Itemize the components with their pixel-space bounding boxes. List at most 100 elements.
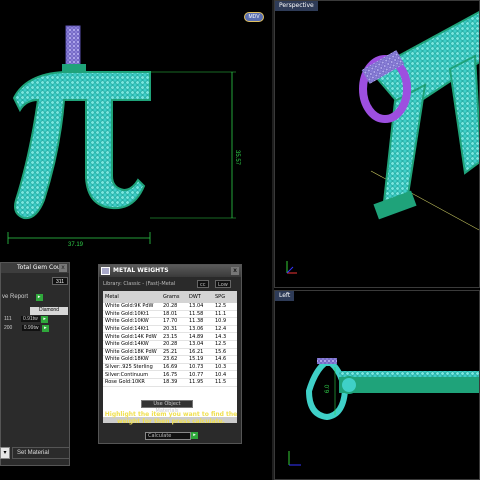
metal-cell: 10.77 bbox=[189, 371, 204, 378]
perspective-viewport[interactable]: Perspective bbox=[274, 0, 480, 288]
metal-cell: 17.70 bbox=[163, 318, 178, 325]
metal-cell: White Gold:18K PdW bbox=[105, 348, 157, 355]
metal-cell: 23.15 bbox=[163, 333, 178, 340]
bail-base bbox=[62, 64, 86, 72]
dropdown-toggle[interactable]: ▾ bbox=[0, 447, 10, 459]
metal-cell: 18.01 bbox=[163, 310, 178, 317]
metal-weights-panel: METAL WEIGHTS x Library: Classic - (Fast… bbox=[98, 264, 242, 444]
metal-cell: 14.89 bbox=[189, 333, 204, 340]
metal-table-header: Metal Grams DWT SPG bbox=[103, 291, 237, 303]
pi-gems-side bbox=[339, 371, 479, 377]
metal-table-row[interactable]: White Gold:14Kt1 20.31 13.06 12.4 bbox=[103, 326, 237, 334]
metal-panel-header: METAL WEIGHTS x bbox=[99, 265, 241, 277]
metal-cell: 10.73 bbox=[189, 364, 204, 371]
pi-leg-right-3d bbox=[448, 54, 479, 175]
metal-weights-icon bbox=[101, 267, 110, 275]
metal-cell: 23.62 bbox=[163, 356, 178, 363]
gem-row: 111 0.91tw ▸ bbox=[4, 316, 49, 323]
axis-gizmo-perspective bbox=[286, 261, 297, 274]
metal-cell: White Gold:14Kt1 bbox=[105, 326, 150, 333]
top-viewport[interactable]: 37.19 35.57 MDV bbox=[0, 0, 272, 262]
metal-cell: 16.69 bbox=[163, 364, 178, 371]
metal-table-row[interactable]: White Gold:10Kt1 18.01 11.58 11.1 bbox=[103, 311, 237, 319]
bail-shape bbox=[65, 25, 81, 67]
metal-cell: 14.3 bbox=[215, 333, 227, 340]
left-dim-label: 6.0 bbox=[325, 384, 331, 393]
metal-table-row[interactable]: White Gold:18KW 23.62 15.19 14.6 bbox=[103, 356, 237, 364]
use-object-materials-button[interactable]: Use Object Materials bbox=[141, 400, 193, 414]
row-arrow-icon[interactable]: ▸ bbox=[41, 316, 49, 323]
logo-badge: MDV bbox=[244, 12, 264, 22]
metal-cell: 20.28 bbox=[163, 303, 178, 310]
col-metal: Metal bbox=[105, 294, 119, 300]
metal-table-row[interactable]: Rose Gold:10KR 18.39 11.95 11.5 bbox=[103, 379, 237, 387]
gem-weight: 0.99tw bbox=[21, 325, 41, 331]
report-arrow-icon[interactable]: ▸ bbox=[35, 294, 43, 301]
metal-table-row[interactable]: White Gold:10KW 17.70 11.38 10.9 bbox=[103, 318, 237, 326]
total-gem-count: 311 bbox=[52, 277, 68, 285]
quality-select[interactable]: Low bbox=[215, 280, 231, 288]
metal-cell: Silver:.925 Sterling bbox=[105, 364, 153, 371]
report-label: ve Report bbox=[2, 294, 29, 300]
gem-panel-header: Total Gem Count x bbox=[1, 263, 69, 273]
gem-weight: 0.91tw bbox=[21, 316, 40, 322]
perspective-tab[interactable]: Perspective bbox=[275, 1, 318, 11]
calculate-hint: Highlight the item you want to find the … bbox=[104, 411, 238, 425]
calculate-select[interactable]: Calculate bbox=[145, 432, 191, 440]
metal-cell: 11.5 bbox=[215, 379, 227, 386]
report-row[interactable]: ve Report ▸ bbox=[2, 294, 43, 301]
metal-table-row[interactable]: White Gold:14K PdW 23.15 14.89 14.3 bbox=[103, 333, 237, 341]
metal-cell: 11.38 bbox=[189, 318, 204, 325]
pi-shape bbox=[12, 71, 151, 220]
metal-cell: 16.75 bbox=[163, 371, 178, 378]
close-icon[interactable]: x bbox=[231, 267, 239, 275]
metal-table-row[interactable]: Silver:Continuum 16.75 10.77 10.4 bbox=[103, 371, 237, 379]
close-icon[interactable]: x bbox=[59, 264, 67, 272]
gem-qty: 200 bbox=[4, 325, 13, 331]
metal-cell: 10.4 bbox=[215, 371, 227, 378]
metal-cell: White Gold:18KW bbox=[105, 356, 149, 363]
metal-cell: 11.95 bbox=[189, 379, 204, 386]
set-material-label: Set Material bbox=[17, 450, 50, 456]
col-dwt: DWT bbox=[189, 294, 201, 300]
gem-count-panel: Total Gem Count x bbox=[0, 262, 70, 466]
width-dim-label: 37.19 bbox=[68, 242, 84, 248]
metal-table-row[interactable]: White Gold:18K PdW 25.21 16.21 15.6 bbox=[103, 349, 237, 357]
pi-body-side bbox=[339, 377, 479, 393]
library-label: Library: Classic - (Fast)-Metal bbox=[103, 281, 176, 287]
density-select[interactable]: cc bbox=[197, 280, 209, 288]
metal-cell: 11.58 bbox=[189, 310, 204, 317]
metal-table-row[interactable]: White Gold:14KW 20.28 13.04 12.5 bbox=[103, 341, 237, 349]
metal-cell: 13.06 bbox=[189, 326, 204, 333]
metal-cell: White Gold:9K PdW bbox=[105, 303, 154, 310]
metal-table-row[interactable]: White Gold:9K PdW 20.28 13.04 12.5 bbox=[103, 303, 237, 311]
metal-cell: 25.21 bbox=[163, 348, 178, 355]
row-arrow-icon[interactable]: ▸ bbox=[41, 325, 49, 332]
left-viewport[interactable]: Left 6.0 bbox=[274, 290, 480, 480]
metal-panel-title: METAL WEIGHTS bbox=[113, 267, 169, 274]
metal-cell: White Gold:14K PdW bbox=[105, 333, 157, 340]
metal-cell: 13.04 bbox=[189, 341, 204, 348]
metal-cell: 12.4 bbox=[215, 326, 227, 333]
metal-table-row[interactable]: Silver:.925 Sterling 16.69 10.73 10.3 bbox=[103, 364, 237, 372]
left-tab[interactable]: Left bbox=[275, 291, 295, 301]
diamond-col-header: Diamond bbox=[30, 307, 68, 315]
calculate-arrow-icon[interactable]: ▸ bbox=[191, 432, 198, 439]
pi-perspective-view bbox=[286, 10, 479, 274]
metal-table-body: White Gold:9K PdW 20.28 13.04 12.5 White Gol… bbox=[103, 303, 237, 387]
jump-ring-side bbox=[340, 376, 358, 394]
metal-cell: 12.5 bbox=[215, 303, 227, 310]
metal-cell: White Gold:10Kt1 bbox=[105, 310, 150, 317]
set-material-button[interactable]: Set Material bbox=[12, 447, 70, 459]
metal-cell: 10.3 bbox=[215, 364, 227, 371]
metal-cell: 12.5 bbox=[215, 341, 227, 348]
metal-cell: Rose Gold:10KR bbox=[105, 379, 145, 386]
metal-cell: 16.21 bbox=[189, 348, 204, 355]
metal-cell: 15.19 bbox=[189, 356, 204, 363]
metal-cell: 20.28 bbox=[163, 341, 178, 348]
axis-gizmo-left bbox=[288, 451, 301, 466]
calculate-label: Calculate bbox=[148, 433, 172, 439]
pi-left-view: 6.0 bbox=[288, 358, 479, 466]
gem-qty: 111 bbox=[4, 316, 12, 322]
col-grams: Grams bbox=[163, 294, 180, 300]
